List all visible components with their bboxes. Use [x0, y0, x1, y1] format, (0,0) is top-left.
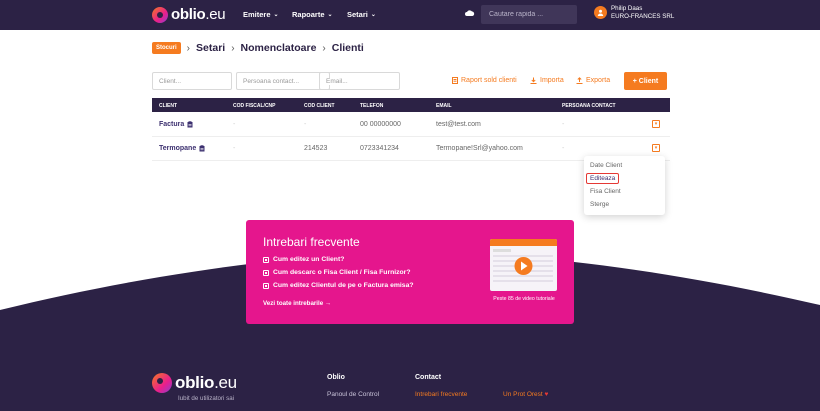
- faq-question[interactable]: Cum editez un Client?: [263, 256, 344, 263]
- footer-tagline: Iubit de utilizatori sai: [178, 395, 235, 402]
- chevron-down-icon: ⌄: [327, 12, 333, 18]
- email-filter[interactable]: [319, 72, 400, 90]
- footer-col-contact: Contact: [415, 374, 442, 381]
- email-filter-input[interactable]: [326, 77, 393, 85]
- add-client-button[interactable]: + Client: [624, 72, 667, 90]
- col-telefon[interactable]: TELEFON: [360, 103, 383, 109]
- question-icon: [263, 282, 269, 289]
- import-link[interactable]: Importa: [530, 77, 564, 84]
- faq-title: Intrebari frecvente: [263, 235, 360, 249]
- cloud-icon[interactable]: [464, 9, 475, 17]
- logo-icon: [152, 373, 172, 393]
- menu-item-date-client[interactable]: Date Client: [590, 162, 622, 169]
- user-name: Philip Daas: [611, 5, 643, 12]
- footer-link[interactable]: Intrebari frecvente: [415, 391, 467, 398]
- clipboard-icon: [199, 145, 205, 152]
- footer-link[interactable]: Panoul de Control: [327, 391, 379, 398]
- col-client[interactable]: CLIENT: [159, 103, 177, 109]
- all-questions-link[interactable]: Vezi toate intrebarile →: [263, 300, 331, 307]
- search-input[interactable]: [489, 11, 569, 18]
- heart-icon: ♥: [544, 391, 549, 398]
- col-cod-client[interactable]: COD CLIENT: [304, 103, 335, 109]
- menu-item-editeaza[interactable]: Editeaza: [586, 173, 620, 184]
- contact-filter[interactable]: [236, 72, 330, 90]
- user-menu[interactable]: Philip Daas EURO-FRANCES SRL: [594, 5, 674, 20]
- breadcrumb-nomenclatoare[interactable]: Nomenclatoare: [241, 42, 317, 54]
- row-actions-toggle[interactable]: ▾: [652, 120, 660, 128]
- video-caption: Peste 85 de video tutoriale: [493, 296, 555, 302]
- brand-logo[interactable]: oblio.eu: [152, 6, 226, 23]
- client-name[interactable]: Termopane: [159, 145, 205, 152]
- video-preview-icon: [490, 239, 557, 282]
- faq-card: Intrebari frecvente Cum editez un Client…: [246, 220, 574, 324]
- col-persoana-contact[interactable]: PERSOANA CONTACT: [562, 103, 616, 109]
- company-name: EURO-FRANCES SRL: [611, 12, 675, 20]
- top-navbar: [0, 0, 820, 30]
- nav-emitere[interactable]: Emitere ⌄: [243, 10, 279, 19]
- contact-filter-input[interactable]: [243, 77, 323, 85]
- table-row: Factura - - 00 00000000 test@test.com - …: [152, 113, 670, 137]
- logo-icon: [152, 6, 168, 23]
- client-filter-input[interactable]: [159, 77, 225, 85]
- nav-setari[interactable]: Setari ⌄: [347, 10, 376, 19]
- footer-link[interactable]: Un Prot Orest ♥: [503, 391, 548, 398]
- export-link[interactable]: Exporta: [576, 77, 610, 84]
- upload-icon: [576, 77, 583, 84]
- document-icon: [452, 77, 458, 84]
- download-icon: [530, 77, 537, 84]
- row-actions-menu: Date Client Editeaza Fisa Client Sterge: [584, 156, 665, 215]
- chevron-down-icon: ⌄: [273, 12, 279, 18]
- client-name[interactable]: Factura: [159, 121, 193, 128]
- question-icon: [263, 256, 269, 263]
- user-avatar-icon: [594, 6, 607, 19]
- clipboard-icon: [187, 121, 193, 128]
- menu-item-sterge[interactable]: Sterge: [590, 201, 609, 208]
- report-balance-link[interactable]: Raport sold clienti: [452, 77, 517, 84]
- stocuri-badge[interactable]: Stocuri: [152, 42, 181, 54]
- client-filter[interactable]: [152, 72, 232, 90]
- breadcrumb: Stocuri › Setari › Nomenclatoare › Clien…: [152, 42, 364, 54]
- row-actions-toggle[interactable]: ▾: [652, 144, 660, 152]
- faq-question[interactable]: Cum editez Clientul de pe o Factura emis…: [263, 282, 414, 289]
- faq-question[interactable]: Cum descarc o Fisa Client / Fisa Furnizo…: [263, 269, 410, 276]
- chevron-down-icon: ⌄: [370, 12, 376, 18]
- quick-search[interactable]: [481, 5, 577, 24]
- nav-rapoarte[interactable]: Rapoarte ⌄: [292, 10, 333, 19]
- video-tutorial-thumbnail[interactable]: [490, 239, 557, 291]
- menu-item-fisa-client[interactable]: Fisa Client: [590, 188, 621, 195]
- breadcrumb-clienti: Clienti: [331, 42, 364, 54]
- col-email[interactable]: EMAIL: [436, 103, 452, 109]
- footer-logo[interactable]: oblio.eu: [152, 373, 237, 393]
- footer-background: [0, 252, 820, 411]
- table-header: CLIENT COD FISCAL/CNP COD CLIENT TELEFON…: [152, 98, 670, 112]
- footer-col-oblio: Oblio: [327, 374, 345, 381]
- col-cod-fiscal[interactable]: COD FISCAL/CNP: [233, 103, 276, 109]
- breadcrumb-setari[interactable]: Setari: [196, 42, 225, 54]
- question-icon: [263, 269, 269, 276]
